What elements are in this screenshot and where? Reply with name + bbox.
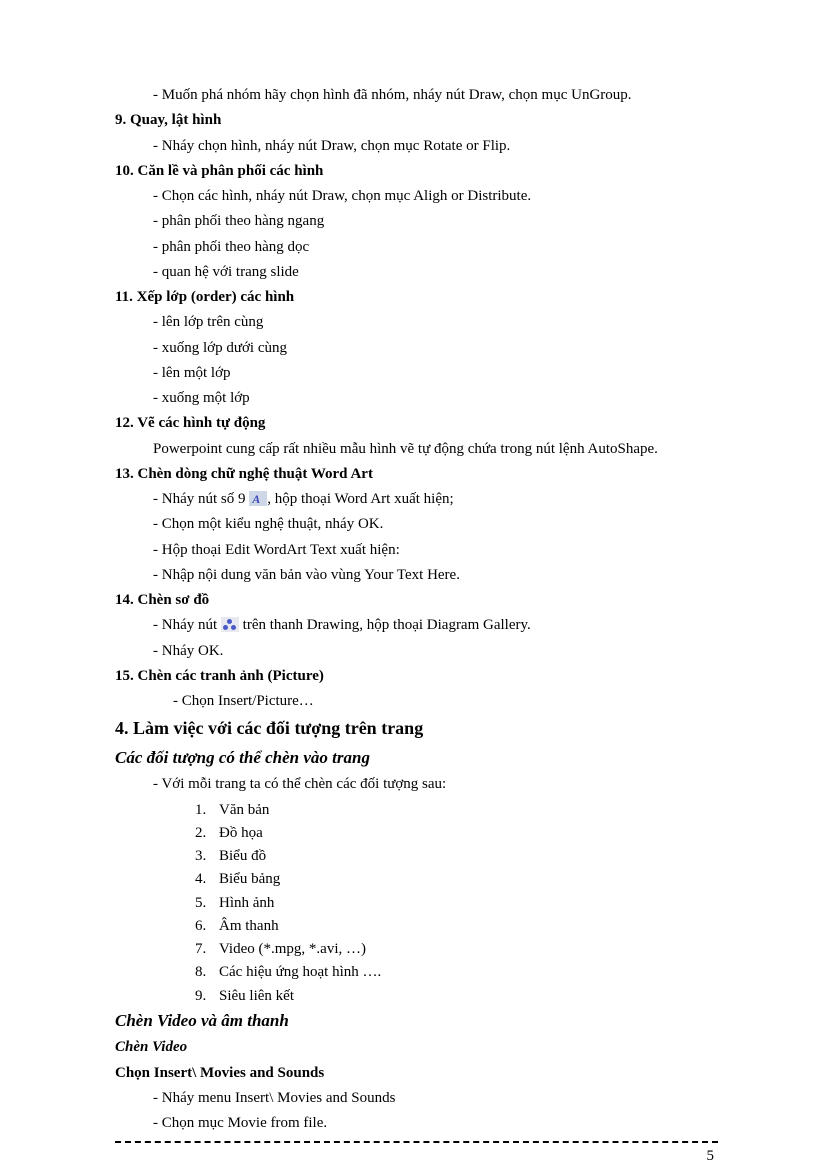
text-line: Chọn Insert\ Movies and Sounds <box>115 1062 718 1085</box>
heading-10: 10. Căn lề và phân phối các hình <box>115 160 718 183</box>
text-line: - phân phối theo hàng ngang <box>115 210 718 233</box>
text-span: - Nháy nút số 9 <box>153 491 249 507</box>
list-item: Đồ họa <box>219 822 718 845</box>
text-line: - Nhập nội dung văn bản vào vùng Your Te… <box>115 564 718 587</box>
text-line: Powerpoint cung cấp rất nhiều mẫu hình v… <box>115 438 718 461</box>
heading-14: 14. Chèn sơ đồ <box>115 589 718 612</box>
object-types-list: Văn bản Đồ họa Biểu đồ Biểu bảng Hình ản… <box>115 799 718 1008</box>
text-span: , hộp thoại Word Art xuất hiện; <box>267 491 453 507</box>
heading-15: 15. Chèn các tranh ảnh (Picture) <box>115 665 718 688</box>
text-line: - xuống lớp dưới cùng <box>115 337 718 360</box>
text-line: - lên một lớp <box>115 362 718 385</box>
list-item: Các hiệu ứng hoạt hình …. <box>219 961 718 984</box>
text-span: trên thanh Drawing, hộp thoại Diagram Ga… <box>239 617 531 633</box>
text-line: - quan hệ với trang slide <box>115 261 718 284</box>
text-line: - Nháy nút trên thanh Drawing, hộp thoại… <box>115 614 718 637</box>
wordart-icon <box>249 491 267 506</box>
text-line: - xuống một lớp <box>115 387 718 410</box>
text-line: - Muốn phá nhóm hãy chọn hình đã nhóm, n… <box>115 84 718 107</box>
text-line: - Chọn một kiểu nghệ thuật, nháy OK. <box>115 513 718 536</box>
text-line: - Chọn Insert/Picture… <box>115 690 718 713</box>
list-item: Hình ảnh <box>219 892 718 915</box>
text-span: - Nháy nút <box>153 617 221 633</box>
text-line: - Hộp thoại Edit WordArt Text xuất hiện: <box>115 539 718 562</box>
text-line: - Chọn các hình, nháy nút Draw, chọn mục… <box>115 185 718 208</box>
subsection-heading: Chèn Video và âm thanh <box>115 1008 718 1034</box>
heading-13: 13. Chèn dòng chữ nghệ thuật Word Art <box>115 463 718 486</box>
list-item: Video (*.mpg, *.avi, …) <box>219 938 718 961</box>
diagram-icon <box>221 617 239 632</box>
list-item: Biểu đồ <box>219 845 718 868</box>
list-item: Âm thanh <box>219 915 718 938</box>
heading-12: 12. Vẽ các hình tự động <box>115 412 718 435</box>
list-item: Văn bản <box>219 799 718 822</box>
list-item: Biểu bảng <box>219 868 718 891</box>
heading-11: 11. Xếp lớp (order) các hình <box>115 286 718 309</box>
subsection-heading: Chèn Video <box>115 1036 718 1059</box>
text-line: - Với mỗi trang ta có thể chèn các đối t… <box>115 773 718 796</box>
heading-9: 9. Quay, lật hình <box>115 109 718 132</box>
text-line: - Nháy chọn hình, nháy nút Draw, chọn mụ… <box>115 135 718 158</box>
list-item: Siêu liên kết <box>219 985 718 1008</box>
page-number: 5 <box>115 1143 718 1168</box>
document-body: - Muốn phá nhóm hãy chọn hình đã nhóm, n… <box>115 84 718 1169</box>
text-line: - Nháy nút số 9 , hộp thoại Word Art xuấ… <box>115 488 718 511</box>
text-line: - phân phối theo hàng dọc <box>115 236 718 259</box>
section-heading-4: 4. Làm việc với các đối tượng trên trang <box>115 715 718 743</box>
text-line: - Chọn mục Movie from file. <box>115 1112 718 1135</box>
document-page: - Muốn phá nhóm hãy chọn hình đã nhóm, n… <box>0 0 816 1123</box>
text-line: - Nháy menu Insert\ Movies and Sounds <box>115 1087 718 1110</box>
text-line: - Nháy OK. <box>115 640 718 663</box>
text-line: - lên lớp trên cùng <box>115 311 718 334</box>
subsection-heading: Các đối tượng có thể chèn vào trang <box>115 745 718 771</box>
